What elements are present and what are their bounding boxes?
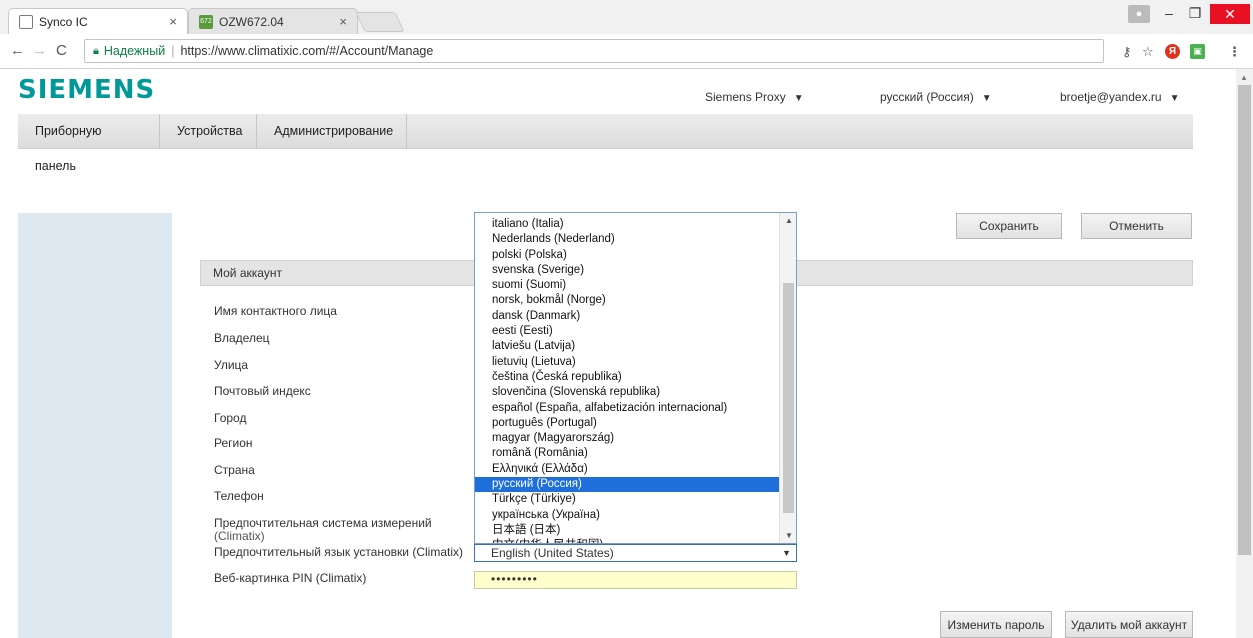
change-password-button[interactable]: Изменить пароль	[940, 611, 1052, 638]
chevron-down-icon: ▼	[793, 93, 804, 104]
user-menu[interactable]: broetje@yandex.ru ▼	[1060, 90, 1179, 104]
address-separator: |	[171, 44, 175, 58]
sidebar	[18, 213, 172, 638]
label-web-pin: Веб-картинка PIN (Climatix)	[214, 571, 367, 585]
bookmark-star-icon[interactable]: ☆	[1142, 44, 1154, 60]
yandex-icon[interactable]: Я	[1165, 44, 1180, 59]
install-language-value: English (United States)	[491, 546, 614, 560]
label-contact-name: Имя контактного лица	[214, 304, 337, 318]
label-city: Город	[214, 411, 247, 425]
dropdown-option[interactable]: eesti (Eesti)	[475, 324, 779, 339]
dropdown-option[interactable]: magyar (Magyarország)	[475, 431, 779, 446]
dropdown-scroll-thumb[interactable]	[783, 283, 794, 513]
label-phone: Телефон	[214, 489, 264, 503]
install-language-select[interactable]: English (United States) ▼	[474, 544, 797, 562]
dropdown-option[interactable]: русский (Россия)	[475, 477, 779, 493]
dropdown-option[interactable]: Nederlands (Nederland)	[475, 232, 779, 247]
proxy-menu-label: Siemens Proxy	[705, 90, 786, 104]
secure-label: Надежный	[103, 44, 166, 58]
dropdown-option[interactable]: italiano (Italia)	[475, 217, 779, 232]
dropdown-option[interactable]: українська (Україна)	[475, 508, 779, 523]
cloud-favicon-icon	[19, 14, 33, 29]
chevron-down-icon: ▼	[981, 93, 992, 104]
tab-synco-ic[interactable]: Synco IC ×	[8, 8, 188, 34]
browser-menu-icon[interactable]: ⋮	[1228, 44, 1241, 60]
browser-tab-strip: Synco IC × 672 OZW672.04 × ● – ❐ ✕	[0, 0, 1253, 34]
proxy-menu[interactable]: Siemens Proxy ▼	[705, 90, 804, 104]
page-content: SIEMENS Siemens Proxy ▼ русский (Россия) ▼…	[0, 69, 1236, 638]
browser-toolbar: ← → C 🔒︎ Надежный | https://www.climatix…	[0, 34, 1253, 69]
close-window-icon[interactable]: ✕	[1210, 4, 1250, 24]
dropdown-option[interactable]: slovenčina (Slovenská republika)	[475, 385, 779, 400]
dropdown-options: italiano (Italia) Nederlands (Nederland) p…	[475, 217, 779, 543]
nav-item-devices[interactable]: Устройства	[160, 114, 257, 149]
dropdown-option[interactable]: Türkçe (Türkiye)	[475, 492, 779, 507]
label-units-system-line2: (Climatix)	[214, 529, 265, 543]
user-menu-label: broetje@yandex.ru	[1060, 90, 1162, 104]
language-menu-label: русский (Россия)	[880, 90, 974, 104]
scroll-down-icon[interactable]: ▼	[785, 531, 793, 540]
back-icon[interactable]: ←	[10, 42, 25, 59]
dropdown-option[interactable]: dansk (Danmark)	[475, 309, 779, 324]
label-postal-code: Почтовый индекс	[214, 384, 311, 398]
minimize-icon[interactable]: –	[1158, 0, 1180, 26]
new-tab-button[interactable]	[355, 12, 405, 32]
scroll-up-icon[interactable]: ▲	[1240, 73, 1248, 82]
close-tab-icon[interactable]: ×	[169, 14, 177, 29]
dropdown-option[interactable]: 日本語 (日本)	[475, 523, 779, 538]
save-button[interactable]: Сохранить	[956, 213, 1062, 239]
nav-item-administration[interactable]: Администрирование	[257, 114, 407, 149]
device-favicon-icon: 672	[199, 14, 213, 29]
page-scroll-thumb[interactable]	[1238, 85, 1251, 555]
siemens-logo: SIEMENS	[18, 75, 156, 105]
dropdown-option[interactable]: suomi (Suomi)	[475, 278, 779, 293]
dropdown-option[interactable]: svenska (Sverige)	[475, 263, 779, 278]
dropdown-option[interactable]: lietuvių (Lietuva)	[475, 355, 779, 370]
chevron-down-icon: ▼	[1169, 93, 1180, 104]
dropdown-option[interactable]: norsk, bokmål (Norge)	[475, 293, 779, 308]
url-text: https://www.climatixic.com/#/Account/Man…	[180, 44, 434, 58]
label-units-system: Предпочтительная система измерений (Clim…	[214, 517, 432, 543]
web-pin-input[interactable]: •••••••••	[474, 571, 797, 589]
reload-icon[interactable]: C	[56, 42, 67, 59]
close-tab-icon[interactable]: ×	[339, 14, 347, 29]
dropdown-option[interactable]: português (Portugal)	[475, 416, 779, 431]
label-country: Страна	[214, 463, 255, 477]
page-scrollbar[interactable]: ▲	[1236, 69, 1253, 638]
chevron-down-icon: ▼	[782, 548, 791, 558]
label-region: Регион	[214, 436, 253, 450]
dropdown-option[interactable]: 中文(中华人民共和国)	[475, 538, 779, 543]
main-nav: Приборную панель Устройства Администриро…	[18, 114, 1193, 173]
cancel-button[interactable]: Отменить	[1081, 213, 1192, 239]
dropdown-option[interactable]: polski (Polska)	[475, 248, 779, 263]
dropdown-scrollbar[interactable]: ▲ ▼	[779, 213, 796, 543]
maximize-icon[interactable]: ❐	[1184, 0, 1206, 26]
address-bar[interactable]: 🔒︎ Надежный | https://www.climatixic.com…	[84, 39, 1104, 63]
dropdown-option[interactable]: română (România)	[475, 446, 779, 461]
tab-label: OZW672.04	[219, 14, 284, 29]
label-owner: Владелец	[214, 331, 270, 345]
tab-label: Synco IC	[39, 14, 88, 29]
key-icon[interactable]: ⚷	[1122, 44, 1132, 60]
scroll-up-icon[interactable]: ▲	[785, 216, 793, 225]
language-dropdown-list[interactable]: italiano (Italia) Nederlands (Nederland) p…	[474, 212, 797, 544]
delete-account-button[interactable]: Удалить мой аккаунт	[1065, 611, 1193, 638]
forward-icon[interactable]: →	[32, 42, 47, 59]
tab-ozw672[interactable]: 672 OZW672.04 ×	[188, 8, 358, 34]
extension-icon[interactable]: ▣	[1190, 44, 1205, 59]
dropdown-option[interactable]: čeština (Česká republika)	[475, 370, 779, 385]
nav-item-dashboard[interactable]: Приборную панель	[18, 114, 160, 173]
language-menu[interactable]: русский (Россия) ▼	[880, 90, 992, 104]
dropdown-option[interactable]: español (España, alfabetización internac…	[475, 401, 779, 416]
label-street: Улица	[214, 358, 249, 372]
user-profile-icon[interactable]: ●	[1128, 5, 1150, 23]
dropdown-option[interactable]: latviešu (Latvija)	[475, 339, 779, 354]
label-install-language: Предпочтительный язык установки (Climati…	[214, 545, 463, 559]
dropdown-option[interactable]: Ελληνικά (Ελλάδα)	[475, 462, 779, 477]
lock-icon: 🔒︎	[93, 44, 99, 57]
